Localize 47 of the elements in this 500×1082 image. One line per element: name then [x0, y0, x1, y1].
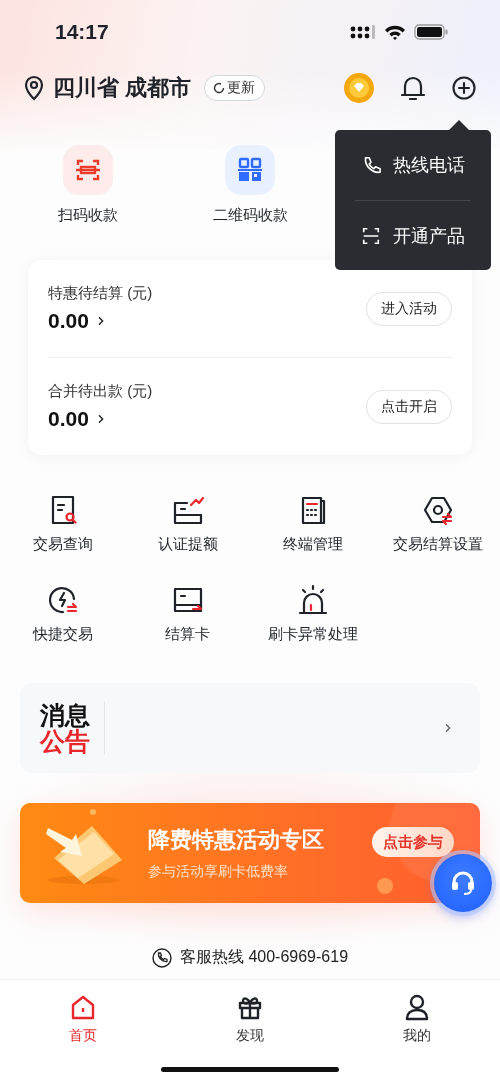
- feature-button[interactable]: 快捷交易: [0, 583, 125, 673]
- action-button[interactable]: 点击开启: [366, 389, 452, 424]
- feature-button[interactable]: 交易查询: [0, 493, 125, 583]
- join-button[interactable]: 点击参与: [372, 827, 454, 857]
- scan-icon: [361, 225, 381, 246]
- amount-link[interactable]: 0.00: [48, 309, 366, 333]
- wifi-icon: [384, 24, 406, 41]
- balance-label: 特惠待结算 (元): [48, 284, 154, 303]
- chevron-right-icon: [96, 413, 105, 425]
- feature-button[interactable]: 结算卡: [125, 583, 250, 673]
- tab[interactable]: 首页: [0, 979, 167, 1045]
- status-time: 14:17: [55, 20, 109, 45]
- menu-item[interactable]: 热线电话: [355, 130, 471, 200]
- refresh-button[interactable]: 更新: [204, 74, 266, 101]
- feature-button[interactable]: 认证提额: [125, 493, 250, 583]
- battery-icon: [414, 24, 448, 41]
- customer-service-button[interactable]: [434, 854, 492, 912]
- balance-label: 合并待出款 (元): [48, 382, 154, 401]
- action-button[interactable]: 进入活动: [366, 291, 452, 326]
- quick-action-button[interactable]: 扫码收款: [7, 145, 169, 235]
- location-pin-icon: [23, 74, 45, 101]
- banner-title: 降费特惠活动专区: [148, 826, 325, 854]
- quick-action-button[interactable]: 二维码收款: [169, 145, 331, 235]
- notice-title: 消息: [40, 701, 90, 728]
- banner-subtitle: 参与活动享刷卡低费率: [148, 863, 289, 881]
- notice-bar[interactable]: 消息 公告: [20, 683, 480, 773]
- chevron-right-icon: [96, 315, 105, 327]
- tab[interactable]: 我的: [333, 979, 500, 1045]
- menu-item[interactable]: 开通产品: [355, 200, 471, 270]
- amount-link[interactable]: 0.00: [48, 407, 366, 431]
- refresh-icon: [213, 81, 226, 94]
- add-icon[interactable]: [452, 75, 476, 100]
- signal-icon: [350, 24, 376, 41]
- qr-code-icon: [225, 145, 275, 196]
- phone-icon: [151, 947, 172, 968]
- decor-dot: [90, 808, 96, 815]
- chevron-right-icon: [444, 721, 452, 734]
- tab[interactable]: 发现: [166, 979, 334, 1045]
- notice-title: 公告: [40, 727, 90, 755]
- decor-dot: [377, 877, 393, 894]
- hotline-text: 客服热线 400-6969-619: [179, 947, 349, 968]
- feature-button[interactable]: 交易结算设置: [375, 493, 500, 583]
- feature-button[interactable]: 刷卡异常处理: [250, 583, 375, 673]
- location-text: 四川省 成都市: [53, 73, 192, 102]
- promo-banner[interactable]: 降费特惠活动专区 参与活动享刷卡低费率 点击参与: [20, 802, 480, 904]
- scan-icon: [63, 145, 113, 196]
- feature-button[interactable]: 终端管理: [250, 493, 375, 583]
